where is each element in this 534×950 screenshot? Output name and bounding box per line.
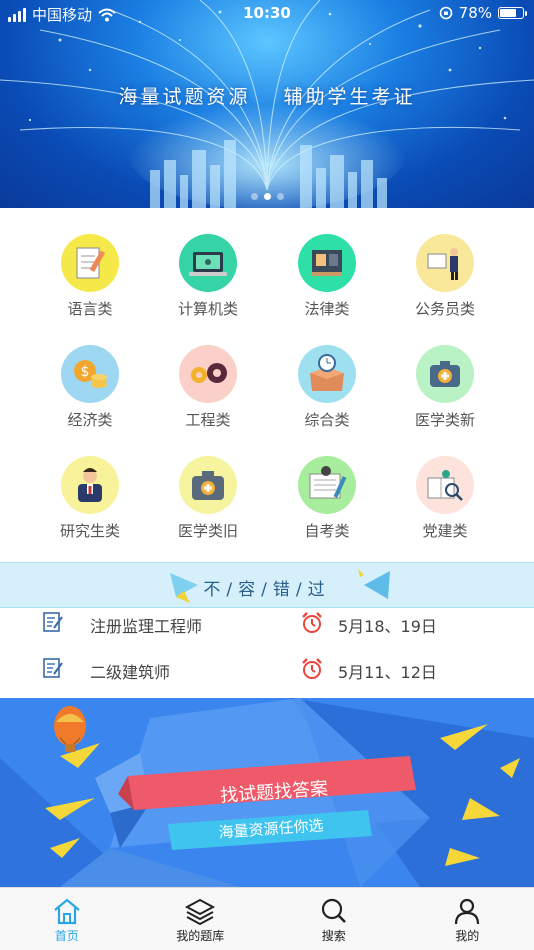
tab-item[interactable]: 我的题库 [134,888,268,950]
home-icon [0,897,134,925]
user-icon [401,897,534,925]
exam-name: 二级建筑师 [90,663,171,682]
layers-icon [134,897,268,925]
strip-title: 不/容/错/过 [203,580,331,600]
alarm-clock-icon [302,658,322,679]
category-item[interactable]: 自考类 [268,456,386,566]
category-grid: 语言类 计算机类 法律类 公务员类 $ 经济类 工程类 综合类 医学类新研究生类 医学类旧 自考类 党… [0,208,534,562]
document-pencil-icon [61,234,119,292]
category-label: 经济类 [67,411,113,429]
exam-date: 5月18、19日 [338,617,437,636]
tab-item[interactable]: 首页 [0,888,134,950]
alarm-clock-icon [302,612,322,633]
category-label: 自考类 [304,522,350,540]
banner-dot[interactable] [263,193,271,200]
document-edit-icon [43,658,63,678]
gears-icon [179,345,237,403]
exam-date: 5月11、12日 [338,663,437,682]
hero-banner[interactable]: 海量试题资源 辅助学生考证 [0,0,534,208]
category-label: 医学类新 [414,411,475,429]
tab-item[interactable]: 搜索 [267,888,401,950]
category-label: 语言类 [67,300,113,318]
category-item[interactable]: 法律类 [268,234,386,344]
banner-dot[interactable] [250,193,258,200]
exam-row[interactable]: 二级建筑师 5月11、12日 [0,658,534,698]
law-office-icon [298,234,356,292]
category-item[interactable]: 党建类 [386,456,504,566]
tab-item[interactable]: 我的 [401,888,534,950]
exam-schedule-list: 注册监理工程师 5月18、19日二级建筑师 5月11、12日 [0,608,534,698]
exam-row[interactable]: 注册监理工程师 5月18、19日 [0,612,534,661]
medical-kit-icon [416,345,474,403]
category-label: 计算机类 [177,300,238,318]
tab-label: 搜索 [321,929,346,943]
laptop-icon [179,234,237,292]
category-label: 公务员类 [414,300,475,318]
svg-text:$: $ [81,364,90,380]
banner-slogan-left: 海量试题资源 [118,86,251,108]
category-item[interactable]: 计算机类 [149,234,267,344]
banner-slogan: 海量试题资源 辅助学生考证 [0,82,534,109]
category-item[interactable]: 公务员类 [386,234,504,344]
category-item[interactable]: 语言类 [31,234,149,344]
exam-name: 注册监理工程师 [90,617,203,636]
category-item[interactable]: 工程类 [149,345,267,455]
tab-label: 首页 [54,929,79,943]
category-label: 综合类 [304,411,350,429]
search-icon [267,897,401,925]
not-to-miss-strip: 不/容/错/过 [0,562,534,608]
book-magnifier-icon [416,456,474,514]
graduate-person-icon [61,456,119,514]
notebook-icon [298,456,356,514]
category-item[interactable]: 医学类旧 [149,456,267,566]
banner-page-indicator[interactable] [0,193,534,200]
app-screen: 海量试题资源 辅助学生考证 中国移动 10:30 78% 语言类 计算机类 法律… [0,0,534,950]
medical-bag-icon [179,456,237,514]
bottom-tab-bar: 首页 我的题库 搜索 我的 [0,887,534,950]
banner-slogan-right: 辅助学生考证 [283,86,416,108]
status-bar: 中国移动 10:30 78% [0,0,534,28]
tab-label: 我的题库 [176,929,225,943]
businessman-board-icon [416,234,474,292]
battery-percent: 78% [458,4,492,22]
banner-dot[interactable] [276,193,284,200]
promo-banner[interactable]: 找试题找答案 海量资源任你选 [0,698,534,887]
category-item[interactable]: $ 经济类 [31,345,149,455]
category-item[interactable]: 研究生类 [31,456,149,566]
category-label: 党建类 [422,522,468,540]
category-label: 法律类 [304,300,350,318]
category-label: 工程类 [185,411,231,429]
document-edit-icon [43,612,63,632]
box-clock-icon [298,345,356,403]
category-label: 医学类旧 [177,522,238,540]
category-label: 研究生类 [59,522,120,540]
category-item[interactable]: 医学类新 [386,345,504,455]
money-coins-icon: $ [61,345,119,403]
category-item[interactable]: 综合类 [268,345,386,455]
tab-label: 我的 [455,929,480,943]
battery-icon [498,7,527,19]
orientation-lock-icon [439,6,452,20]
